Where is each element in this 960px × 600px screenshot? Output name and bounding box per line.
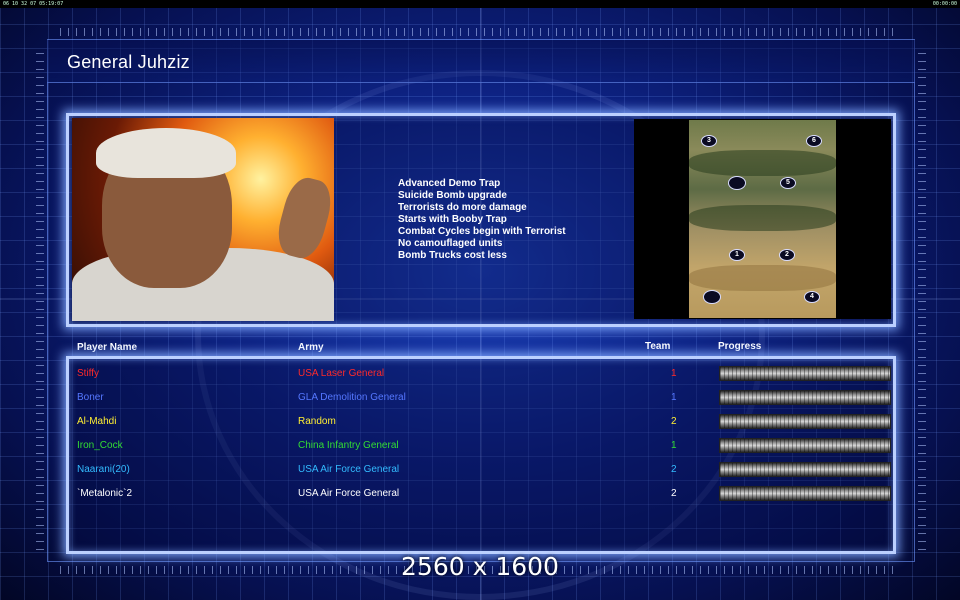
- player-team: 1: [671, 440, 677, 451]
- table-row: Naarani(20) USA Air Force General 2: [77, 462, 897, 484]
- player-army: USA Air Force General: [298, 464, 400, 475]
- player-army: China Infantry General: [298, 440, 399, 451]
- player-army: GLA Demolition General: [298, 392, 406, 403]
- map-start-position: [703, 290, 721, 304]
- trait-item: Combat Cycles begin with Terrorist: [398, 226, 566, 237]
- map-start-position: [728, 176, 746, 190]
- player-name: Boner: [77, 392, 104, 403]
- loading-progress-bar: [719, 486, 891, 501]
- header-player-name: Player Name: [77, 342, 138, 353]
- trait-item: Advanced Demo Trap: [398, 178, 501, 189]
- system-status-bar: 06 10 32 07 05:19:07 00:00:00: [0, 0, 960, 8]
- top-tick-ruler: [60, 28, 900, 36]
- right-tick-ruler: [918, 50, 926, 550]
- table-row: Boner GLA Demolition General 1: [77, 390, 897, 412]
- table-row: Stiffy USA Laser General 1: [77, 366, 897, 388]
- player-name: Al-Mahdi: [77, 416, 117, 427]
- map-start-position: 1: [729, 249, 745, 261]
- resolution-label: 2560 x 1600: [401, 552, 559, 581]
- trait-item: Terrorists do more damage: [398, 202, 527, 213]
- trait-item: No camouflaged units: [398, 238, 503, 249]
- trait-item: Suicide Bomb upgrade: [398, 190, 507, 201]
- loading-progress-bar: [719, 414, 891, 429]
- map-start-position: 2: [779, 249, 795, 261]
- map-start-position: 3: [701, 135, 717, 147]
- header-progress: Progress: [718, 341, 762, 352]
- table-row: Iron_Cock China Infantry General 1: [77, 438, 897, 460]
- general-traits-list: Advanced Demo Trap Suicide Bomb upgrade …: [398, 178, 566, 262]
- trait-item: Bomb Trucks cost less: [398, 250, 507, 261]
- player-name: `Metalonic`2: [77, 488, 133, 499]
- map-start-position: 6: [806, 135, 822, 147]
- left-tick-ruler: [36, 50, 44, 550]
- page-title: General Juhziz: [67, 52, 190, 72]
- table-row: `Metalonic`2 USA Air Force General 2: [77, 486, 897, 508]
- trait-item: Starts with Booby Trap: [398, 214, 507, 225]
- player-army: USA Air Force General: [298, 488, 400, 499]
- loading-progress-bar: [719, 462, 891, 477]
- loading-progress-bar: [719, 390, 891, 405]
- player-team: 2: [671, 488, 677, 499]
- player-team: 1: [671, 392, 677, 403]
- general-portrait: [72, 118, 334, 321]
- player-army: USA Laser General: [298, 368, 385, 379]
- header-army: Army: [298, 342, 324, 353]
- status-right: 00:00:00: [932, 1, 957, 7]
- player-name: Iron_Cock: [77, 440, 123, 451]
- player-name: Naarani(20): [77, 464, 130, 475]
- loading-progress-bar: [719, 438, 891, 453]
- header-team: Team: [645, 341, 671, 352]
- map-start-position: 4: [804, 291, 820, 303]
- player-army: Random: [298, 416, 336, 427]
- loading-progress-bar: [719, 366, 891, 381]
- player-team: 2: [671, 416, 677, 427]
- map-start-position: 5: [780, 177, 796, 189]
- status-left: 06 10 32 07 05:19:07: [3, 1, 64, 7]
- player-team: 1: [671, 368, 677, 379]
- map-preview: 3 6 5 1 2 4: [689, 120, 836, 318]
- player-name: Stiffy: [77, 368, 100, 379]
- table-row: Al-Mahdi Random 2: [77, 414, 897, 436]
- player-team: 2: [671, 464, 677, 475]
